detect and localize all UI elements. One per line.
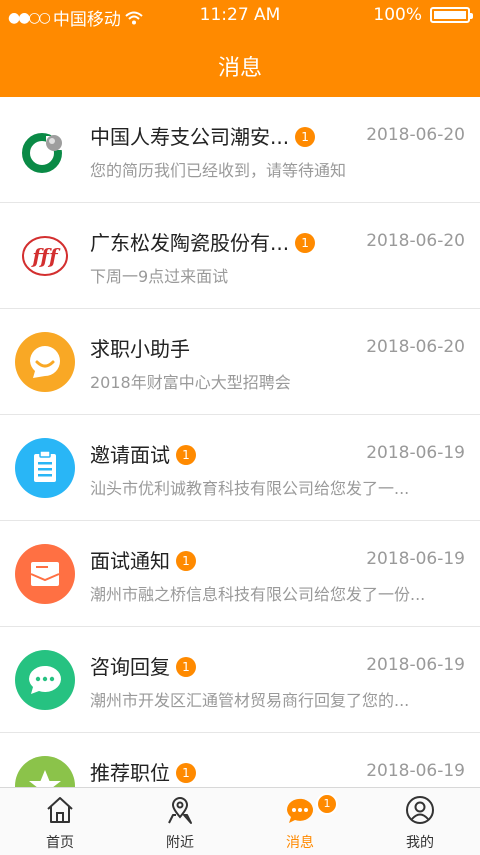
- tab-label: 附近: [166, 835, 194, 851]
- sender-name: 推荐职位 1: [90, 757, 196, 786]
- message-preview: 2018年财富中心大型招聘会: [90, 373, 291, 392]
- message-item[interactable]: 中国人寿支公司潮安... 1 2018-06-20 您的简历我们已经收到，请等待通…: [0, 97, 480, 203]
- message-date: 2018-06-20: [366, 231, 465, 251]
- message-list: 中国人寿支公司潮安... 1 2018-06-20 您的简历我们已经收到，请等待通…: [0, 97, 480, 787]
- profile-icon: [406, 796, 434, 824]
- unread-badge: 1: [176, 445, 196, 465]
- battery-percent: 100%: [373, 5, 422, 25]
- message-date: 2018-06-19: [366, 761, 465, 781]
- smile-icon: [15, 332, 75, 392]
- unread-badge: 1: [176, 763, 196, 783]
- message-preview: 您的简历我们已经收到，请等待通知: [90, 161, 347, 180]
- message-item[interactable]: fff 广东松发陶瓷股份有... 1 2018-06-20 下周一9点过来面试: [0, 203, 480, 309]
- battery-icon: [430, 7, 473, 23]
- envelope-icon: [15, 544, 75, 604]
- message-icon: [286, 798, 313, 823]
- message-date: 2018-06-20: [366, 125, 465, 145]
- home-icon: [47, 797, 73, 823]
- unread-badge: 1: [295, 233, 316, 253]
- sender-name: 邀请面试 1: [90, 439, 196, 468]
- sender-name: 中国人寿支公司潮安... 1: [90, 121, 316, 150]
- tab-profile[interactable]: 我的: [360, 788, 480, 855]
- chat-icon: [15, 650, 75, 710]
- page-title: 消息: [217, 56, 262, 81]
- tab-nearby[interactable]: 附近: [120, 788, 240, 855]
- tab-home[interactable]: 首页: [0, 788, 120, 855]
- app-header: ●●○○ 中国移动 11:27 AM 100% 消息: [0, 0, 480, 97]
- message-date: 2018-06-20: [366, 337, 465, 357]
- message-date: 2018-06-19: [366, 655, 465, 675]
- unread-badge: 1: [176, 657, 196, 677]
- china-life-logo: [15, 120, 75, 180]
- bottom-tab-bar: 首页 附近 1 消息 我的: [0, 787, 480, 855]
- message-preview: 潮州市开发区汇通管材贸易商行回复了您的...: [90, 691, 410, 710]
- message-item[interactable]: 面试通知 1 2018-06-19 潮州市融之桥信息科技有限公司给您发了一份...: [0, 521, 480, 627]
- tab-label: 消息: [286, 835, 314, 851]
- sender-name: 求职小助手: [90, 337, 190, 361]
- songfa-logo: fff: [15, 226, 75, 286]
- message-preview: 汕头市优利诚教育科技有限公司给您发了一...: [90, 479, 410, 498]
- star-icon: [15, 756, 75, 787]
- message-item[interactable]: 咨询回复 1 2018-06-19 潮州市开发区汇通管材贸易商行回复了您的...: [0, 627, 480, 733]
- tab-badge: 1: [316, 793, 338, 815]
- tab-label: 首页: [46, 835, 74, 851]
- message-date: 2018-06-19: [366, 443, 465, 463]
- unread-badge: 1: [176, 551, 196, 571]
- message-preview: 潮州市融之桥信息科技有限公司给您发了一份...: [90, 585, 426, 604]
- tab-messages[interactable]: 1 消息: [240, 788, 360, 855]
- sender-name: 面试通知 1: [90, 545, 196, 574]
- message-item[interactable]: 邀请面试 1 2018-06-19 汕头市优利诚教育科技有限公司给您发了一...: [0, 415, 480, 521]
- sender-name: 广东松发陶瓷股份有... 1: [90, 227, 316, 256]
- message-preview: 下周一9点过来面试: [90, 267, 229, 286]
- location-icon: [168, 797, 192, 824]
- tab-label: 我的: [406, 835, 434, 851]
- status-bar: ●●○○ 中国移动 11:27 AM 100%: [0, 0, 480, 30]
- message-item[interactable]: 推荐职位 1 2018-06-19: [0, 733, 480, 787]
- unread-badge: 1: [295, 127, 316, 147]
- svg-text:fff: fff: [30, 244, 61, 268]
- clipboard-icon: [15, 438, 75, 498]
- message-date: 2018-06-19: [366, 549, 465, 569]
- sender-name: 咨询回复 1: [90, 651, 196, 680]
- message-item[interactable]: 求职小助手 2018-06-20 2018年财富中心大型招聘会: [0, 309, 480, 415]
